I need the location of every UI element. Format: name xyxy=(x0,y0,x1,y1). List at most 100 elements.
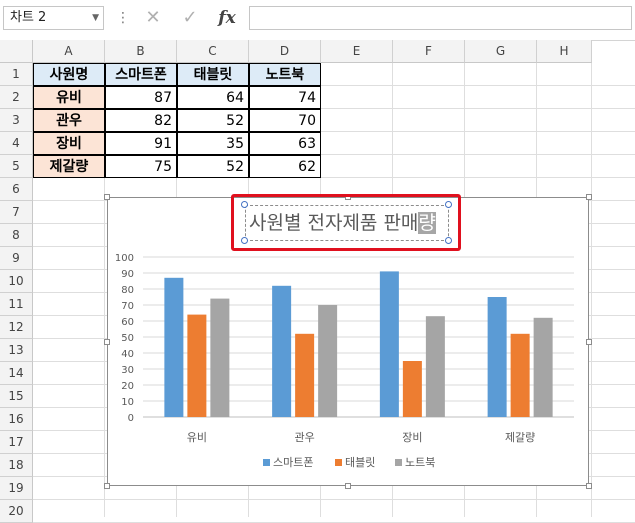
name-box[interactable]: 차트 2 ▼ xyxy=(3,6,104,30)
header-cell-tablet[interactable]: 태블릿 xyxy=(177,63,249,86)
row-header-17[interactable]: 17 xyxy=(0,431,33,454)
y-tick-label: 60 xyxy=(121,317,134,328)
row-header-13[interactable]: 13 xyxy=(0,339,33,362)
name-cell[interactable]: 장비 xyxy=(33,132,105,155)
cancel-icon[interactable]: ✕ xyxy=(140,6,166,30)
bar-스마트폰-장비 xyxy=(379,271,399,417)
header-cell-notebook[interactable]: 노트북 xyxy=(249,63,321,86)
chart-resize-handle[interactable] xyxy=(104,338,110,345)
y-tick-label: 50 xyxy=(121,333,134,344)
bar-스마트폰-유비 xyxy=(164,277,184,417)
value-cell[interactable]: 87 xyxy=(105,86,177,109)
title-resize-handle[interactable] xyxy=(445,201,452,208)
row-header-18[interactable]: 18 xyxy=(0,454,33,477)
column-header-g[interactable]: G xyxy=(465,40,537,63)
row-header-19[interactable]: 19 xyxy=(0,477,33,500)
legend-swatch xyxy=(335,459,342,466)
value-cell[interactable]: 52 xyxy=(177,109,249,132)
y-tick-label: 10 xyxy=(121,397,134,408)
chart-resize-handle[interactable] xyxy=(104,194,110,200)
column-header-e[interactable]: E xyxy=(321,40,393,63)
title-resize-handle[interactable] xyxy=(445,237,452,244)
value-cell[interactable]: 63 xyxy=(249,132,321,155)
row-header-5[interactable]: 5 xyxy=(0,155,33,178)
select-all-corner[interactable] xyxy=(0,40,33,63)
more-options-icon[interactable]: ⋮ xyxy=(116,10,130,26)
value-cell[interactable]: 52 xyxy=(177,155,249,178)
legend-entry: 태블릿 xyxy=(345,456,375,469)
name-cell[interactable]: 관우 xyxy=(33,109,105,132)
value-cell[interactable]: 75 xyxy=(105,155,177,178)
row-header-16[interactable]: 16 xyxy=(0,408,33,431)
y-tick-label: 40 xyxy=(121,349,134,360)
title-resize-handle[interactable] xyxy=(241,201,248,208)
bar-태블릿-관우 xyxy=(295,333,315,417)
column-header-c[interactable]: C xyxy=(177,40,249,63)
legend-entry: 노트북 xyxy=(405,456,435,469)
chart-title-selected-text: 량 xyxy=(418,212,436,234)
y-tick-label: 80 xyxy=(121,285,134,296)
y-tick-label: 30 xyxy=(121,365,134,376)
bar-스마트폰-제갈량 xyxy=(487,297,507,417)
chart-title-text: 사원별 전자제품 판매 xyxy=(249,212,419,234)
row-header-10[interactable]: 10 xyxy=(0,270,33,293)
value-cell[interactable]: 62 xyxy=(249,155,321,178)
chart-resize-handle[interactable] xyxy=(345,483,351,489)
column-header-a[interactable]: A xyxy=(33,40,105,63)
chevron-down-icon[interactable]: ▼ xyxy=(92,7,99,29)
row-header-9[interactable]: 9 xyxy=(0,247,33,270)
chart-title[interactable]: 사원별 전자제품 판매량 xyxy=(249,208,449,238)
chart-resize-handle[interactable] xyxy=(104,483,110,489)
formula-bar: 차트 2 ▼ ⋮ ✕ ✓ fx xyxy=(0,0,635,41)
row-header-14[interactable]: 14 xyxy=(0,362,33,385)
row-header-4[interactable]: 4 xyxy=(0,132,33,155)
value-cell[interactable]: 70 xyxy=(249,109,321,132)
x-tick-label: 제갈량 xyxy=(505,430,535,444)
value-cell[interactable]: 64 xyxy=(177,86,249,109)
name-cell[interactable]: 유비 xyxy=(33,86,105,109)
legend-swatch xyxy=(263,459,270,466)
value-cell[interactable]: 91 xyxy=(105,132,177,155)
y-tick-label: 0 xyxy=(128,413,134,424)
value-cell[interactable]: 82 xyxy=(105,109,177,132)
bar-스마트폰-관우 xyxy=(272,285,292,417)
row-header-20[interactable]: 20 xyxy=(0,500,33,523)
row-header-7[interactable]: 7 xyxy=(0,201,33,224)
legend-entry: 스마트폰 xyxy=(273,456,313,469)
column-header-b[interactable]: B xyxy=(105,40,177,63)
row-header-3[interactable]: 3 xyxy=(0,109,33,132)
row-header-8[interactable]: 8 xyxy=(0,224,33,247)
bar-태블릿-유비 xyxy=(187,314,207,417)
row-header-12[interactable]: 12 xyxy=(0,316,33,339)
column-header-d[interactable]: D xyxy=(249,40,321,63)
chart-resize-handle[interactable] xyxy=(586,338,592,345)
x-tick-label: 장비 xyxy=(402,431,422,444)
chart-resize-handle[interactable] xyxy=(586,194,592,200)
row-header-11[interactable]: 11 xyxy=(0,293,33,316)
formula-input[interactable] xyxy=(249,6,632,30)
y-tick-label: 100 xyxy=(115,253,134,264)
row-header-1[interactable]: 1 xyxy=(0,63,33,86)
header-cell-name[interactable]: 사원명 xyxy=(33,63,105,86)
chart-resize-handle[interactable] xyxy=(586,483,592,489)
grid-line xyxy=(33,499,635,500)
enter-icon[interactable]: ✓ xyxy=(177,6,203,30)
title-resize-handle[interactable] xyxy=(241,237,248,244)
value-cell[interactable]: 74 xyxy=(249,86,321,109)
x-tick-label: 유비 xyxy=(187,431,207,444)
insert-function-icon[interactable]: fx xyxy=(214,6,240,30)
y-tick-label: 90 xyxy=(121,269,134,280)
y-tick-label: 20 xyxy=(121,381,134,392)
y-tick-label: 70 xyxy=(121,301,134,312)
bar-노트북-유비 xyxy=(210,298,230,417)
row-header-2[interactable]: 2 xyxy=(0,86,33,109)
value-cell[interactable]: 35 xyxy=(177,132,249,155)
bar-태블릿-장비 xyxy=(402,361,422,417)
column-header-h[interactable]: H xyxy=(537,40,592,63)
row-header-15[interactable]: 15 xyxy=(0,385,33,408)
name-cell[interactable]: 제갈량 xyxy=(33,155,105,178)
row-header-6[interactable]: 6 xyxy=(0,178,33,201)
bar-노트북-관우 xyxy=(318,305,338,417)
column-header-f[interactable]: F xyxy=(393,40,465,63)
header-cell-smartphone[interactable]: 스마트폰 xyxy=(105,63,177,86)
